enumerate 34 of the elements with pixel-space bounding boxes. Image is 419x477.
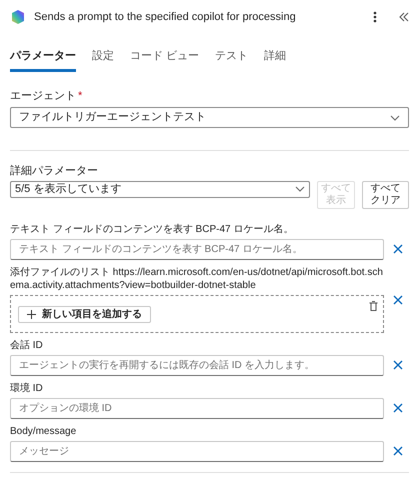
input-field[interactable]: メッセージ	[10, 440, 384, 462]
remove-icon[interactable]	[393, 294, 403, 304]
field-label: 添付ファイルのリスト https://learn.microsoft.com/en-us/dotnet/api/microsoft.bot.schema.activity.attachments?view=botbuilder-dotnet-stable	[10, 266, 384, 292]
tab[interactable]: コード ビュー	[130, 48, 200, 72]
advanced-parameters-dropdown[interactable]: 5/5 を表示しています	[10, 180, 310, 198]
field-label: 環境 ID	[10, 382, 44, 394]
input-field[interactable]: テキスト フィールドのコンテンツを表す BCP-47 ロケール名。	[10, 238, 384, 260]
field-label: 会話 ID	[10, 338, 44, 352]
field-label: Body/message	[10, 424, 78, 438]
more-options-icon[interactable]	[373, 11, 377, 23]
field-label: エージェント	[10, 90, 76, 102]
input-field[interactable]: オプションの環境 ID	[10, 398, 384, 418]
tab[interactable]: テスト	[215, 48, 248, 72]
agent-dropdown[interactable]: ファイルトリガーエージェントテスト	[10, 107, 409, 128]
remove-icon[interactable]	[393, 403, 403, 413]
remove-icon[interactable]	[393, 360, 403, 370]
tab[interactable]: 詳細	[264, 48, 286, 72]
collapse-icon[interactable]	[399, 12, 409, 22]
chevron-down-icon	[295, 186, 305, 192]
tab[interactable]: パラメーター	[10, 48, 76, 72]
field-label: テキスト フィールドのコンテンツを表す BCP-47 ロケール名。	[10, 222, 294, 236]
required-marker: *	[78, 90, 82, 102]
add-item-button[interactable]: 新しい項目を追加する	[18, 306, 151, 322]
plus-icon	[27, 310, 36, 318]
remove-icon[interactable]	[393, 446, 403, 456]
delete-icon[interactable]	[369, 300, 378, 310]
section-label: 詳細パラメーター	[10, 164, 99, 179]
input-field[interactable]: エージェントの実行を再開するには既存の会話 ID を入力します。	[10, 354, 384, 376]
panel-title: Sends a prompt to the specified copilot for processing	[34, 10, 297, 25]
cube-logo-icon	[10, 9, 26, 25]
action-button[interactable]: すべてクリア	[362, 180, 409, 208]
remove-icon[interactable]	[393, 244, 403, 254]
tab[interactable]: 設定	[92, 48, 114, 72]
chevron-down-icon	[390, 114, 400, 120]
